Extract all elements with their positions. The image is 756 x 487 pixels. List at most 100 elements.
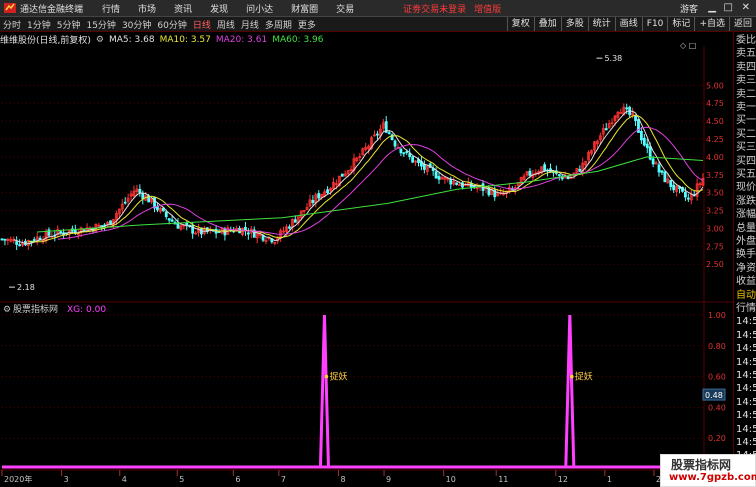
- tab-intraday[interactable]: 分时: [0, 18, 24, 31]
- price-tick-label: 4.25: [706, 135, 724, 144]
- candle-body: [657, 164, 661, 173]
- candle-body: [109, 220, 112, 225]
- login-banner[interactable]: 证劵交易未登录: [403, 2, 466, 15]
- candle-body: [387, 132, 391, 135]
- candle-body: [543, 164, 547, 172]
- menu-news[interactable]: 资讯: [165, 2, 201, 15]
- menu-ask[interactable]: 问小达: [237, 2, 282, 15]
- candle-body: [663, 171, 667, 183]
- indicator-tick-label: 0.40: [708, 403, 726, 412]
- time-tick-label: 7: [281, 475, 286, 484]
- quote-row: 14:50: [736, 437, 756, 448]
- quote-row: 14:50: [736, 423, 756, 435]
- quote-row: 14:50: [736, 343, 756, 355]
- price-tick-label: 3.25: [706, 207, 724, 216]
- draw-line-button[interactable]: 画线: [614, 17, 642, 31]
- candle-body: [455, 182, 459, 185]
- candle-body: [408, 153, 412, 158]
- quote-row: 总量: [736, 222, 756, 234]
- menu-wealth[interactable]: 财富圈: [282, 2, 327, 15]
- chart-tools: 复权 叠加 多股 统计 画线 F10 标记 +自选 返回: [506, 17, 756, 31]
- candle-body: [634, 114, 637, 122]
- low-price-label: 2.18: [17, 283, 35, 292]
- tab-1min[interactable]: 1分钟: [24, 18, 54, 31]
- overlay-button[interactable]: 叠加: [533, 17, 561, 31]
- quote-row: 买四: [736, 155, 756, 167]
- signal-dot: [570, 374, 574, 379]
- time-tick-label: 1: [607, 475, 612, 484]
- time-tick-label: 2020年: [4, 474, 32, 484]
- menu-discover[interactable]: 发现: [201, 2, 237, 15]
- quote-row: 涨幅: [736, 209, 756, 221]
- indicator-name: 股票指标网: [13, 303, 58, 315]
- tab-multi-period[interactable]: 多周期: [262, 18, 295, 31]
- guest-label[interactable]: 游客: [680, 2, 698, 15]
- quote-row: 14:50: [736, 356, 756, 368]
- tab-monthly[interactable]: 月线: [238, 18, 262, 31]
- menu-trade[interactable]: 交易: [327, 2, 363, 15]
- candle-body: [123, 201, 127, 204]
- candle-body: [625, 107, 629, 110]
- stats-button[interactable]: 统计: [587, 17, 615, 31]
- maximize-icon[interactable]: □: [724, 2, 733, 13]
- settings-icon[interactable]: ⚙: [96, 35, 104, 45]
- quote-row: 14:50: [736, 383, 756, 395]
- quote-row: 现价: [736, 182, 756, 194]
- candle-body: [405, 151, 409, 153]
- tab-5min[interactable]: 5分钟: [54, 18, 84, 31]
- signal-spike: [564, 314, 576, 468]
- quote-row: 涨跌: [736, 195, 756, 207]
- time-tick-label: 4: [122, 475, 127, 484]
- time-tick-label: 3: [64, 475, 69, 484]
- price-tick-label: 5.00: [706, 81, 724, 90]
- menu-market[interactable]: 市场: [129, 2, 165, 15]
- candle-body: [393, 140, 397, 147]
- ma60-label: MA60: 3.96: [272, 34, 324, 45]
- quote-row: 14:50: [736, 316, 756, 328]
- time-tick-label: 8: [340, 475, 345, 484]
- candle-body: [261, 235, 265, 241]
- tab-more[interactable]: 更多: [295, 18, 319, 31]
- tab-weekly[interactable]: 周线: [214, 18, 238, 31]
- indicator-tick-label: 0.20: [708, 434, 726, 443]
- close-icon[interactable]: ✕: [742, 2, 750, 13]
- candle-body: [376, 133, 379, 136]
- candle-body: [684, 191, 687, 198]
- candle-body: [170, 219, 174, 222]
- quote-row: 卖五: [736, 48, 756, 60]
- watermark-logo: 股票指标网 www.7gpzb.com: [660, 454, 756, 487]
- candle-body: [185, 222, 189, 226]
- candle-body: [402, 152, 406, 155]
- mark-button[interactable]: 标记: [667, 17, 694, 31]
- edition-badge[interactable]: 增值版: [474, 2, 501, 15]
- back-button[interactable]: 返回: [728, 17, 756, 31]
- candle-body: [645, 143, 649, 149]
- quote-row: 买三: [736, 142, 756, 154]
- time-tick-label: 12: [558, 475, 568, 484]
- candle-body: [642, 137, 646, 146]
- candle-body: [672, 184, 676, 191]
- tab-30min[interactable]: 30分钟: [119, 18, 154, 31]
- candle-body: [326, 189, 329, 194]
- kline-chart[interactable]: 5.00 4.75 4.50 4.25 4.00 3.75 3.50 3.25 3.00 2.75…: [0, 32, 733, 487]
- quote-row: 卖一: [736, 102, 756, 113]
- quote-row: 卖三: [736, 75, 756, 87]
- quote-row: 买五: [736, 169, 756, 180]
- candle-body: [138, 188, 142, 194]
- f10-button[interactable]: F10: [641, 17, 668, 31]
- adjust-button[interactable]: 复权: [506, 17, 534, 31]
- add-watchlist-button[interactable]: +自选: [694, 17, 729, 31]
- tab-60min[interactable]: 60分钟: [154, 18, 189, 31]
- signal-label: 捉妖: [575, 371, 593, 383]
- multi-stock-button[interactable]: 多股: [560, 17, 588, 31]
- high-price-label: 5.38: [604, 54, 622, 63]
- menu-quotes[interactable]: 行情: [93, 2, 129, 15]
- candle-body: [557, 174, 561, 176]
- candle-body: [449, 178, 453, 185]
- tab-daily[interactable]: 日线: [190, 18, 214, 31]
- indicator-tick-label: 0.60: [708, 373, 726, 382]
- minimize-icon[interactable]: ▁: [708, 2, 716, 13]
- current-value-label: 0.48: [705, 391, 723, 400]
- tab-15min[interactable]: 15分钟: [83, 18, 118, 31]
- indicator-value: XG: 0.00: [67, 305, 106, 315]
